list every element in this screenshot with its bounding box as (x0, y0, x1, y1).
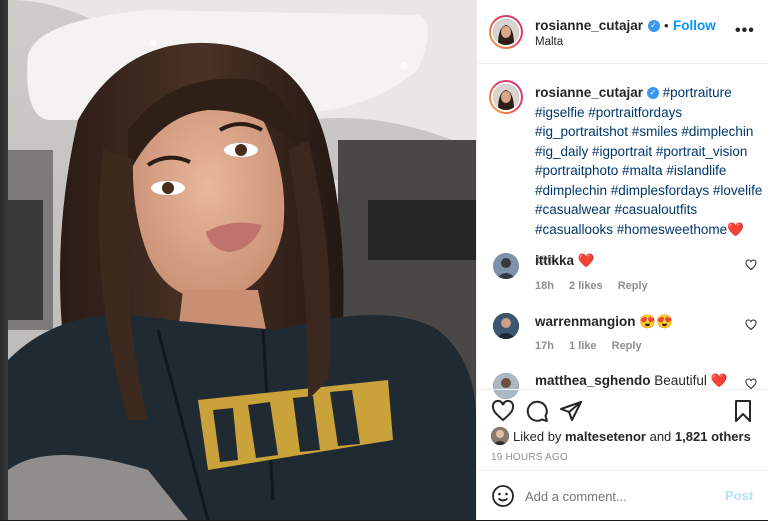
commenter-avatar-icon (493, 253, 519, 279)
story-ring[interactable] (489, 15, 523, 49)
liker-avatar[interactable] (491, 427, 509, 445)
selfie-illustration (8, 0, 476, 520)
comment-like-heart-icon[interactable] (745, 259, 757, 271)
verified-badge-icon: ✓ (647, 19, 660, 32)
verified-badge-icon: ✓ (646, 87, 659, 100)
instagram-post-viewer: rosianne_cutajar ✓ • Follow Malta ••• ro… (0, 0, 768, 520)
comment-text: ❤️ (577, 253, 595, 268)
caption-hashtags[interactable]: #portraiture #igselfie #portraitfordays … (535, 85, 762, 237)
comment-item: ittikka ❤️ (535, 253, 595, 269)
comment-item: warrenmangion 😍😍 (535, 314, 673, 330)
comment-item: matthea_sghendo Beautiful ❤️ (535, 373, 727, 389)
comment-username[interactable]: ittikka (535, 253, 574, 268)
comment-text: Beautiful ❤️ (654, 373, 728, 388)
caption-avatar (493, 84, 519, 110)
likes-count[interactable]: 1,821 others (675, 429, 751, 444)
post-comment-button[interactable]: Post (725, 488, 753, 503)
header-separator: • (663, 18, 669, 33)
share-icon[interactable] (559, 399, 583, 423)
header-title-row: rosianne_cutajar ✓ • Follow (535, 17, 716, 35)
comment-text: 😍😍 (639, 314, 673, 329)
likes-user[interactable]: maltesetenor (565, 429, 646, 444)
location-link[interactable]: Malta (535, 36, 563, 48)
post-photo[interactable] (8, 0, 476, 520)
commenter-avatar-icon (493, 313, 519, 339)
comment-avatar[interactable] (493, 253, 519, 279)
likes-prefix: Liked by (513, 429, 562, 444)
comment-meta: 17h 1 like Reply (535, 340, 654, 352)
heart-icon[interactable] (491, 399, 515, 423)
comment-likes[interactable]: 1 like (569, 340, 597, 352)
more-options-icon[interactable]: ••• (735, 22, 755, 40)
emoji-icon[interactable] (491, 484, 515, 508)
comment-username[interactable]: warrenmangion (535, 314, 636, 329)
comment-input[interactable] (523, 484, 717, 508)
caption-username[interactable]: rosianne_cutajar (535, 85, 643, 100)
add-comment-bar: Post (477, 470, 768, 521)
follow-button[interactable]: Follow (673, 18, 716, 33)
post-caption: rosianne_cutajar ✓ #portraiture #igselfi… (535, 83, 763, 271)
comment-meta: 18h 2 likes Reply (535, 280, 660, 292)
comment-avatar[interactable] (493, 313, 519, 339)
likes-and: and (649, 429, 672, 444)
liker-avatar-icon (491, 427, 509, 445)
post-side-panel: rosianne_cutajar ✓ • Follow Malta ••• ro… (476, 0, 768, 520)
comment-username[interactable]: matthea_sghendo (535, 373, 651, 388)
header-username[interactable]: rosianne_cutajar (535, 18, 643, 33)
bookmark-icon[interactable] (731, 399, 755, 423)
comment-likes[interactable]: 2 likes (569, 280, 603, 292)
post-header: rosianne_cutajar ✓ • Follow Malta ••• (477, 0, 768, 64)
avatar (493, 19, 519, 45)
avatar-image-icon (493, 19, 519, 45)
comment-reply-button[interactable]: Reply (612, 340, 642, 352)
comment-like-heart-icon[interactable] (745, 319, 757, 331)
comment-icon[interactable] (525, 399, 549, 423)
avatar-image-icon (493, 84, 519, 110)
caption-avatar-ring[interactable] (489, 80, 523, 114)
post-timestamp[interactable]: 19 HOURS AGO (491, 452, 568, 463)
comment-time[interactable]: 17h (535, 340, 554, 352)
comment-time[interactable]: 18h (535, 280, 554, 292)
likes-summary: Liked by maltesetenor and 1,821 others (513, 429, 751, 444)
comment-reply-button[interactable]: Reply (618, 280, 648, 292)
